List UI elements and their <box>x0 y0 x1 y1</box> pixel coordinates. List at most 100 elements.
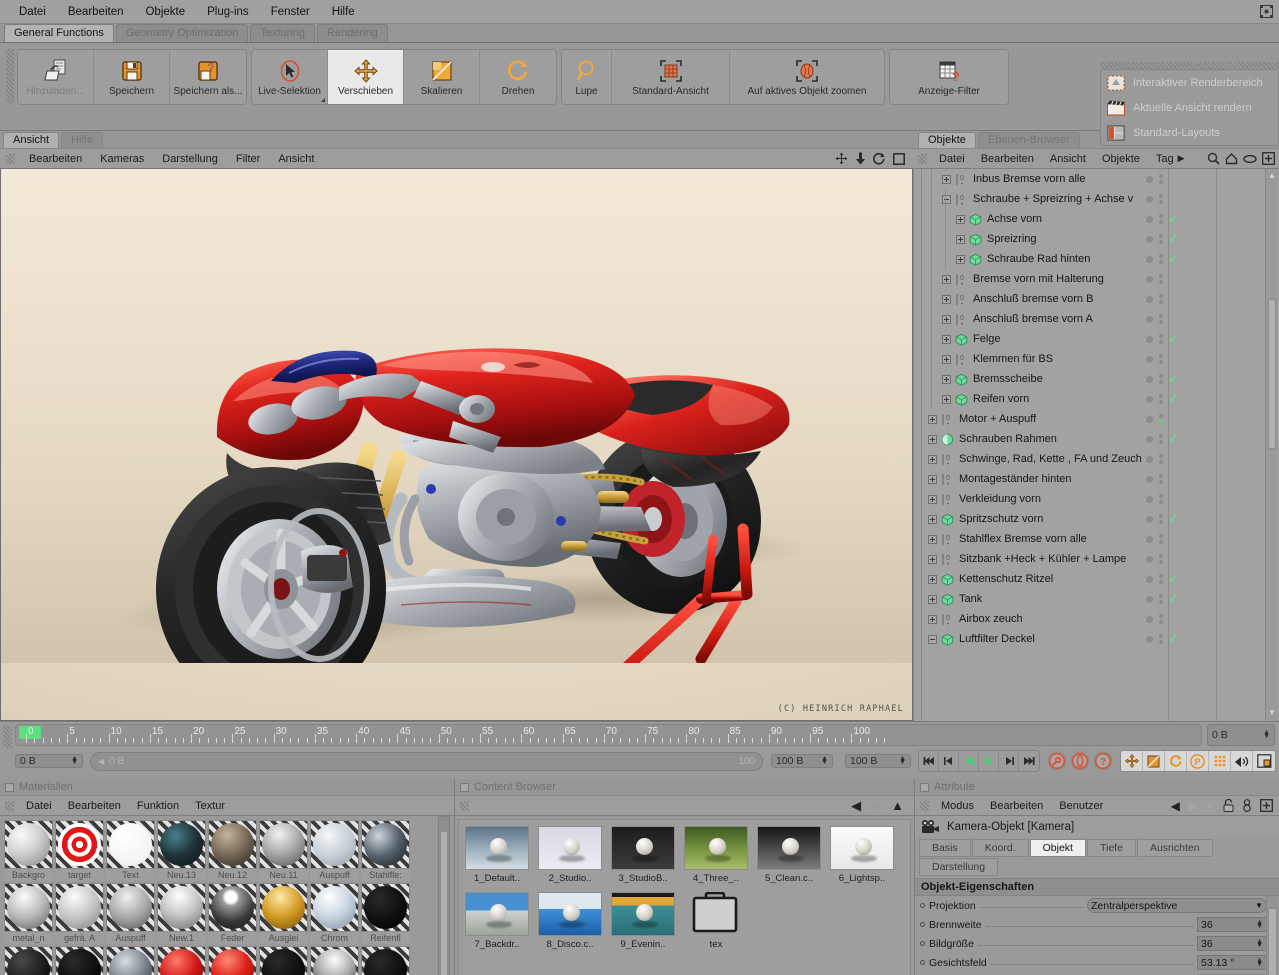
timeline-scrubber[interactable]: ◀ 0 B 100 <box>90 752 763 771</box>
content-browser-item[interactable]: 3_StudioB.. <box>611 826 675 884</box>
render-visibility-dot[interactable] <box>1159 560 1163 564</box>
materials-menu-datei[interactable]: Datei <box>18 799 60 813</box>
object-tree-row[interactable]: Felge✓ <box>914 329 1279 349</box>
visibility-dot[interactable] <box>1146 456 1153 463</box>
tab-hilfe[interactable]: Hilfe <box>61 132 103 148</box>
toolbar-button-standard-ansicht[interactable]: Standard-Ansicht <box>612 50 730 104</box>
tab-ansicht[interactable]: Ansicht <box>3 132 59 148</box>
object-tag-check-icon[interactable]: ✓ <box>1168 432 1178 446</box>
render-visibility-dot[interactable] <box>1159 440 1163 444</box>
expand-plus-icon[interactable] <box>942 275 951 284</box>
toolbar-button-verschieben[interactable]: Verschieben <box>328 50 404 104</box>
null-object-icon[interactable]: 0 <box>941 453 954 466</box>
object-visibility-dots[interactable] <box>1146 234 1163 244</box>
toolbar-button-speichern-als[interactable]: ? Speichern als... <box>170 50 246 104</box>
attribute-dropdown[interactable]: Zentralperspektive▼ <box>1087 898 1267 913</box>
editor-render-dots[interactable] <box>1159 254 1163 264</box>
timeline-end-field[interactable]: 0 B ▲▼ <box>1207 724 1275 746</box>
editor-visibility-dot[interactable] <box>1159 514 1163 518</box>
material-cell[interactable]: Stahlfle: <box>361 820 410 881</box>
visibility-dot[interactable] <box>1146 436 1153 443</box>
tab-objekte[interactable]: Objekte <box>918 132 976 148</box>
expand-plus-icon[interactable] <box>942 355 951 364</box>
scroll-down-arrow-icon[interactable]: ▼ <box>1266 708 1278 719</box>
visibility-dot[interactable] <box>1146 636 1153 643</box>
forward-arrow-icon[interactable]: ▶ <box>1188 799 1197 813</box>
spinner-arrows-icon[interactable]: ▲▼ <box>1256 959 1263 967</box>
object-tag-check-icon[interactable]: ✓ <box>1168 232 1178 246</box>
material-swatch[interactable] <box>55 820 104 869</box>
object-tree-row[interactable]: Spritzschutz vorn✓ <box>914 509 1279 529</box>
editor-visibility-dot[interactable] <box>1159 214 1163 218</box>
material-cell[interactable]: Backgro <box>4 820 53 881</box>
render-visibility-dot[interactable] <box>1159 360 1163 364</box>
polygon-object-icon[interactable] <box>941 573 954 586</box>
back-arrow-icon[interactable]: ◀ <box>1171 799 1180 813</box>
object-visibility-dots[interactable] <box>1146 514 1163 524</box>
visibility-dot[interactable] <box>1146 336 1153 343</box>
expand-plus-icon[interactable] <box>956 255 965 264</box>
content-browser-collapse-checkbox[interactable] <box>460 783 469 792</box>
null-object-icon[interactable]: 0 <box>955 293 968 306</box>
material-cell[interactable]: Ausglei <box>259 883 308 944</box>
material-cell[interactable]: target <box>55 820 104 881</box>
render-visibility-dot[interactable] <box>1159 380 1163 384</box>
expand-plus-icon[interactable] <box>928 555 937 564</box>
editor-render-dots[interactable] <box>1159 394 1163 404</box>
editor-render-dots[interactable] <box>1159 374 1163 384</box>
editor-visibility-dot[interactable] <box>1159 494 1163 498</box>
object-visibility-dots[interactable] <box>1146 374 1163 384</box>
scrollbar-thumb[interactable] <box>440 831 448 975</box>
object-tree-row[interactable]: Bremsscheibe✓ <box>914 369 1279 389</box>
plus-icon[interactable] <box>1262 152 1275 165</box>
spinner-arrows-icon[interactable]: ▲▼ <box>899 757 906 765</box>
material-cell[interactable]: Reifenfl <box>55 946 104 975</box>
viewport-menu-grip[interactable] <box>6 154 15 164</box>
object-tree-row[interactable]: Schraube Rad hinten✓ <box>914 249 1279 269</box>
content-browser-menu-grip[interactable] <box>460 801 469 811</box>
null-object-icon[interactable]: 0 <box>955 273 968 286</box>
expand-plus-icon[interactable] <box>928 475 937 484</box>
content-browser-item[interactable]: 2_Studio.. <box>538 826 602 884</box>
position-key-button[interactable] <box>1121 751 1143 771</box>
object-visibility-dots[interactable] <box>1146 474 1163 484</box>
visibility-dot[interactable] <box>1146 356 1153 363</box>
editor-render-dots[interactable] <box>1159 354 1163 364</box>
render-palette-grip[interactable] <box>1100 62 1279 69</box>
object-visibility-dots[interactable] <box>1146 174 1163 184</box>
sphere-object-icon[interactable] <box>941 433 954 446</box>
editor-render-dots[interactable] <box>1159 334 1163 344</box>
object-visibility-dots[interactable] <box>1146 354 1163 364</box>
visibility-dot[interactable] <box>1146 296 1153 303</box>
expand-plus-icon[interactable] <box>928 535 937 544</box>
polygon-object-icon[interactable] <box>969 253 982 266</box>
spinner-arrows-icon[interactable]: ▲▼ <box>71 757 78 765</box>
object-visibility-dots[interactable] <box>1146 434 1163 444</box>
attribute-spinner-field[interactable]: 36▲▼ <box>1197 917 1267 932</box>
polygon-object-icon[interactable] <box>941 593 954 606</box>
flyout-triangle-icon[interactable] <box>321 98 325 102</box>
materials-menu-funktion[interactable]: Funktion <box>129 799 187 813</box>
material-swatch[interactable] <box>106 946 155 975</box>
content-browser-item[interactable]: 5_Clean.c.. <box>757 826 821 884</box>
render-visibility-dot[interactable] <box>1159 260 1163 264</box>
attribute-bullet-icon[interactable] <box>920 922 925 927</box>
rotation-key-button[interactable] <box>1165 751 1187 771</box>
material-cell[interactable]: Neu.13 <box>157 820 206 881</box>
editor-render-dots[interactable] <box>1159 474 1163 484</box>
editor-visibility-dot[interactable] <box>1159 594 1163 598</box>
expand-plus-icon[interactable] <box>928 575 937 584</box>
editor-visibility-dot[interactable] <box>1159 314 1163 318</box>
materials-collapse-checkbox[interactable] <box>5 783 14 792</box>
object-visibility-dots[interactable] <box>1146 534 1163 544</box>
editor-render-dots[interactable] <box>1159 434 1163 444</box>
material-cell[interactable]: New.1 <box>157 883 206 944</box>
material-cell[interactable]: Rücklich <box>157 946 206 975</box>
content-thumbnail[interactable] <box>684 826 748 870</box>
viewport-menu-filter[interactable]: Filter <box>227 152 269 166</box>
material-swatch[interactable] <box>361 820 410 869</box>
render-visibility-dot[interactable] <box>1159 180 1163 184</box>
render-palette-item-render-view[interactable]: Aktuelle Ansicht rendern <box>1101 95 1278 120</box>
timeline-current-field[interactable]: 100 B ▲▼ <box>845 754 911 768</box>
object-tree-row[interactable]: Schrauben Rahmen✓ <box>914 429 1279 449</box>
